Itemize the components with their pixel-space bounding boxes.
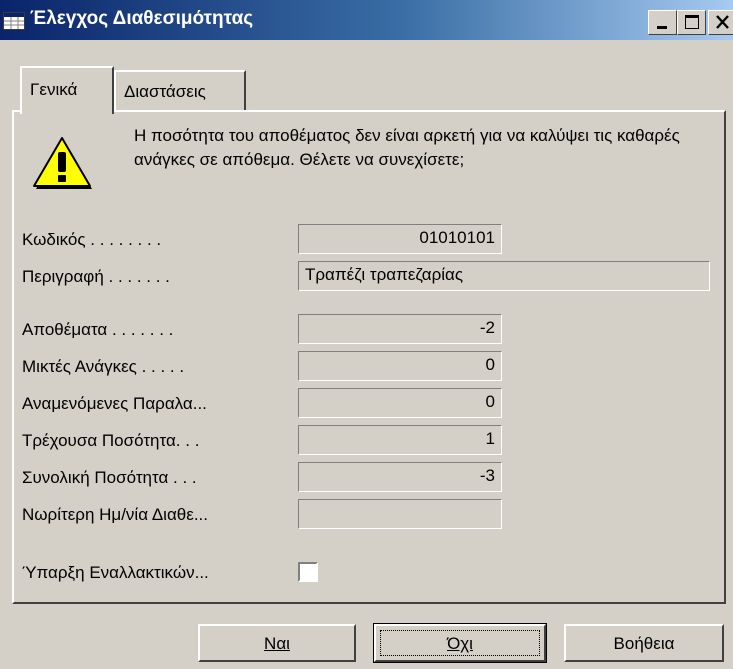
code-label: Κωδικός . . . . . . . . bbox=[22, 230, 162, 249]
table-icon bbox=[3, 12, 25, 30]
window-title: Έλεγχος Διαθεσιμότητας bbox=[30, 8, 254, 29]
inventory-field[interactable]: -2 bbox=[298, 314, 502, 344]
tab-general[interactable]: Γενικά bbox=[20, 66, 114, 114]
scheduled-receipts-field[interactable]: 0 bbox=[298, 388, 502, 418]
alternatives-checkbox[interactable] bbox=[298, 562, 318, 582]
gross-requirements-field[interactable]: 0 bbox=[298, 351, 502, 381]
earliest-availability-label: Νωρίτερη Ημ/νία Διαθε... bbox=[22, 505, 208, 524]
focus-rectangle bbox=[380, 630, 540, 656]
help-button-label: Βοήθεια bbox=[613, 634, 675, 653]
description-field[interactable]: Τραπέζι τραπεζαρίας bbox=[298, 261, 710, 291]
tab-dimensions[interactable]: Διαστάσεις bbox=[114, 70, 246, 112]
close-icon bbox=[716, 15, 729, 29]
warning-message: Η ποσότητα του αποθέματος δεν είναι αρκε… bbox=[134, 126, 680, 169]
description-label: Περιγραφή . . . . . . . bbox=[22, 267, 170, 286]
gross-requirements-label: Μικτές Ανάγκες . . . . . bbox=[22, 357, 185, 376]
minimize-icon bbox=[657, 26, 667, 29]
yes-button[interactable]: Ναι bbox=[198, 624, 356, 662]
title-bar[interactable]: Έλεγχος Διαθεσιμότητας bbox=[0, 0, 733, 40]
no-button[interactable]: Όχι bbox=[373, 623, 547, 663]
current-quantity-label: Τρέχουσα Ποσότητα. . . bbox=[22, 431, 200, 450]
scheduled-receipts-label: Αναμενόμενες Παραλα... bbox=[22, 394, 207, 413]
maximize-icon bbox=[685, 15, 699, 29]
code-field[interactable]: 01010101 bbox=[298, 224, 502, 254]
total-quantity-field[interactable]: -3 bbox=[298, 462, 502, 492]
maximize-button[interactable] bbox=[677, 10, 706, 35]
minimize-button[interactable] bbox=[648, 10, 677, 35]
yes-button-label: Ναι bbox=[264, 634, 290, 653]
earliest-availability-field[interactable] bbox=[298, 499, 502, 529]
help-button[interactable]: Βοήθεια bbox=[564, 624, 724, 662]
inventory-label: Αποθέματα . . . . . . . bbox=[22, 320, 174, 339]
total-quantity-label: Συνολική Ποσότητα . . . bbox=[22, 468, 197, 487]
close-button[interactable] bbox=[708, 10, 733, 35]
current-quantity-field[interactable]: 1 bbox=[298, 425, 502, 455]
alternatives-label: Ύπαρξη Εναλλακτικών... bbox=[22, 563, 209, 582]
warning-icon bbox=[33, 137, 92, 189]
